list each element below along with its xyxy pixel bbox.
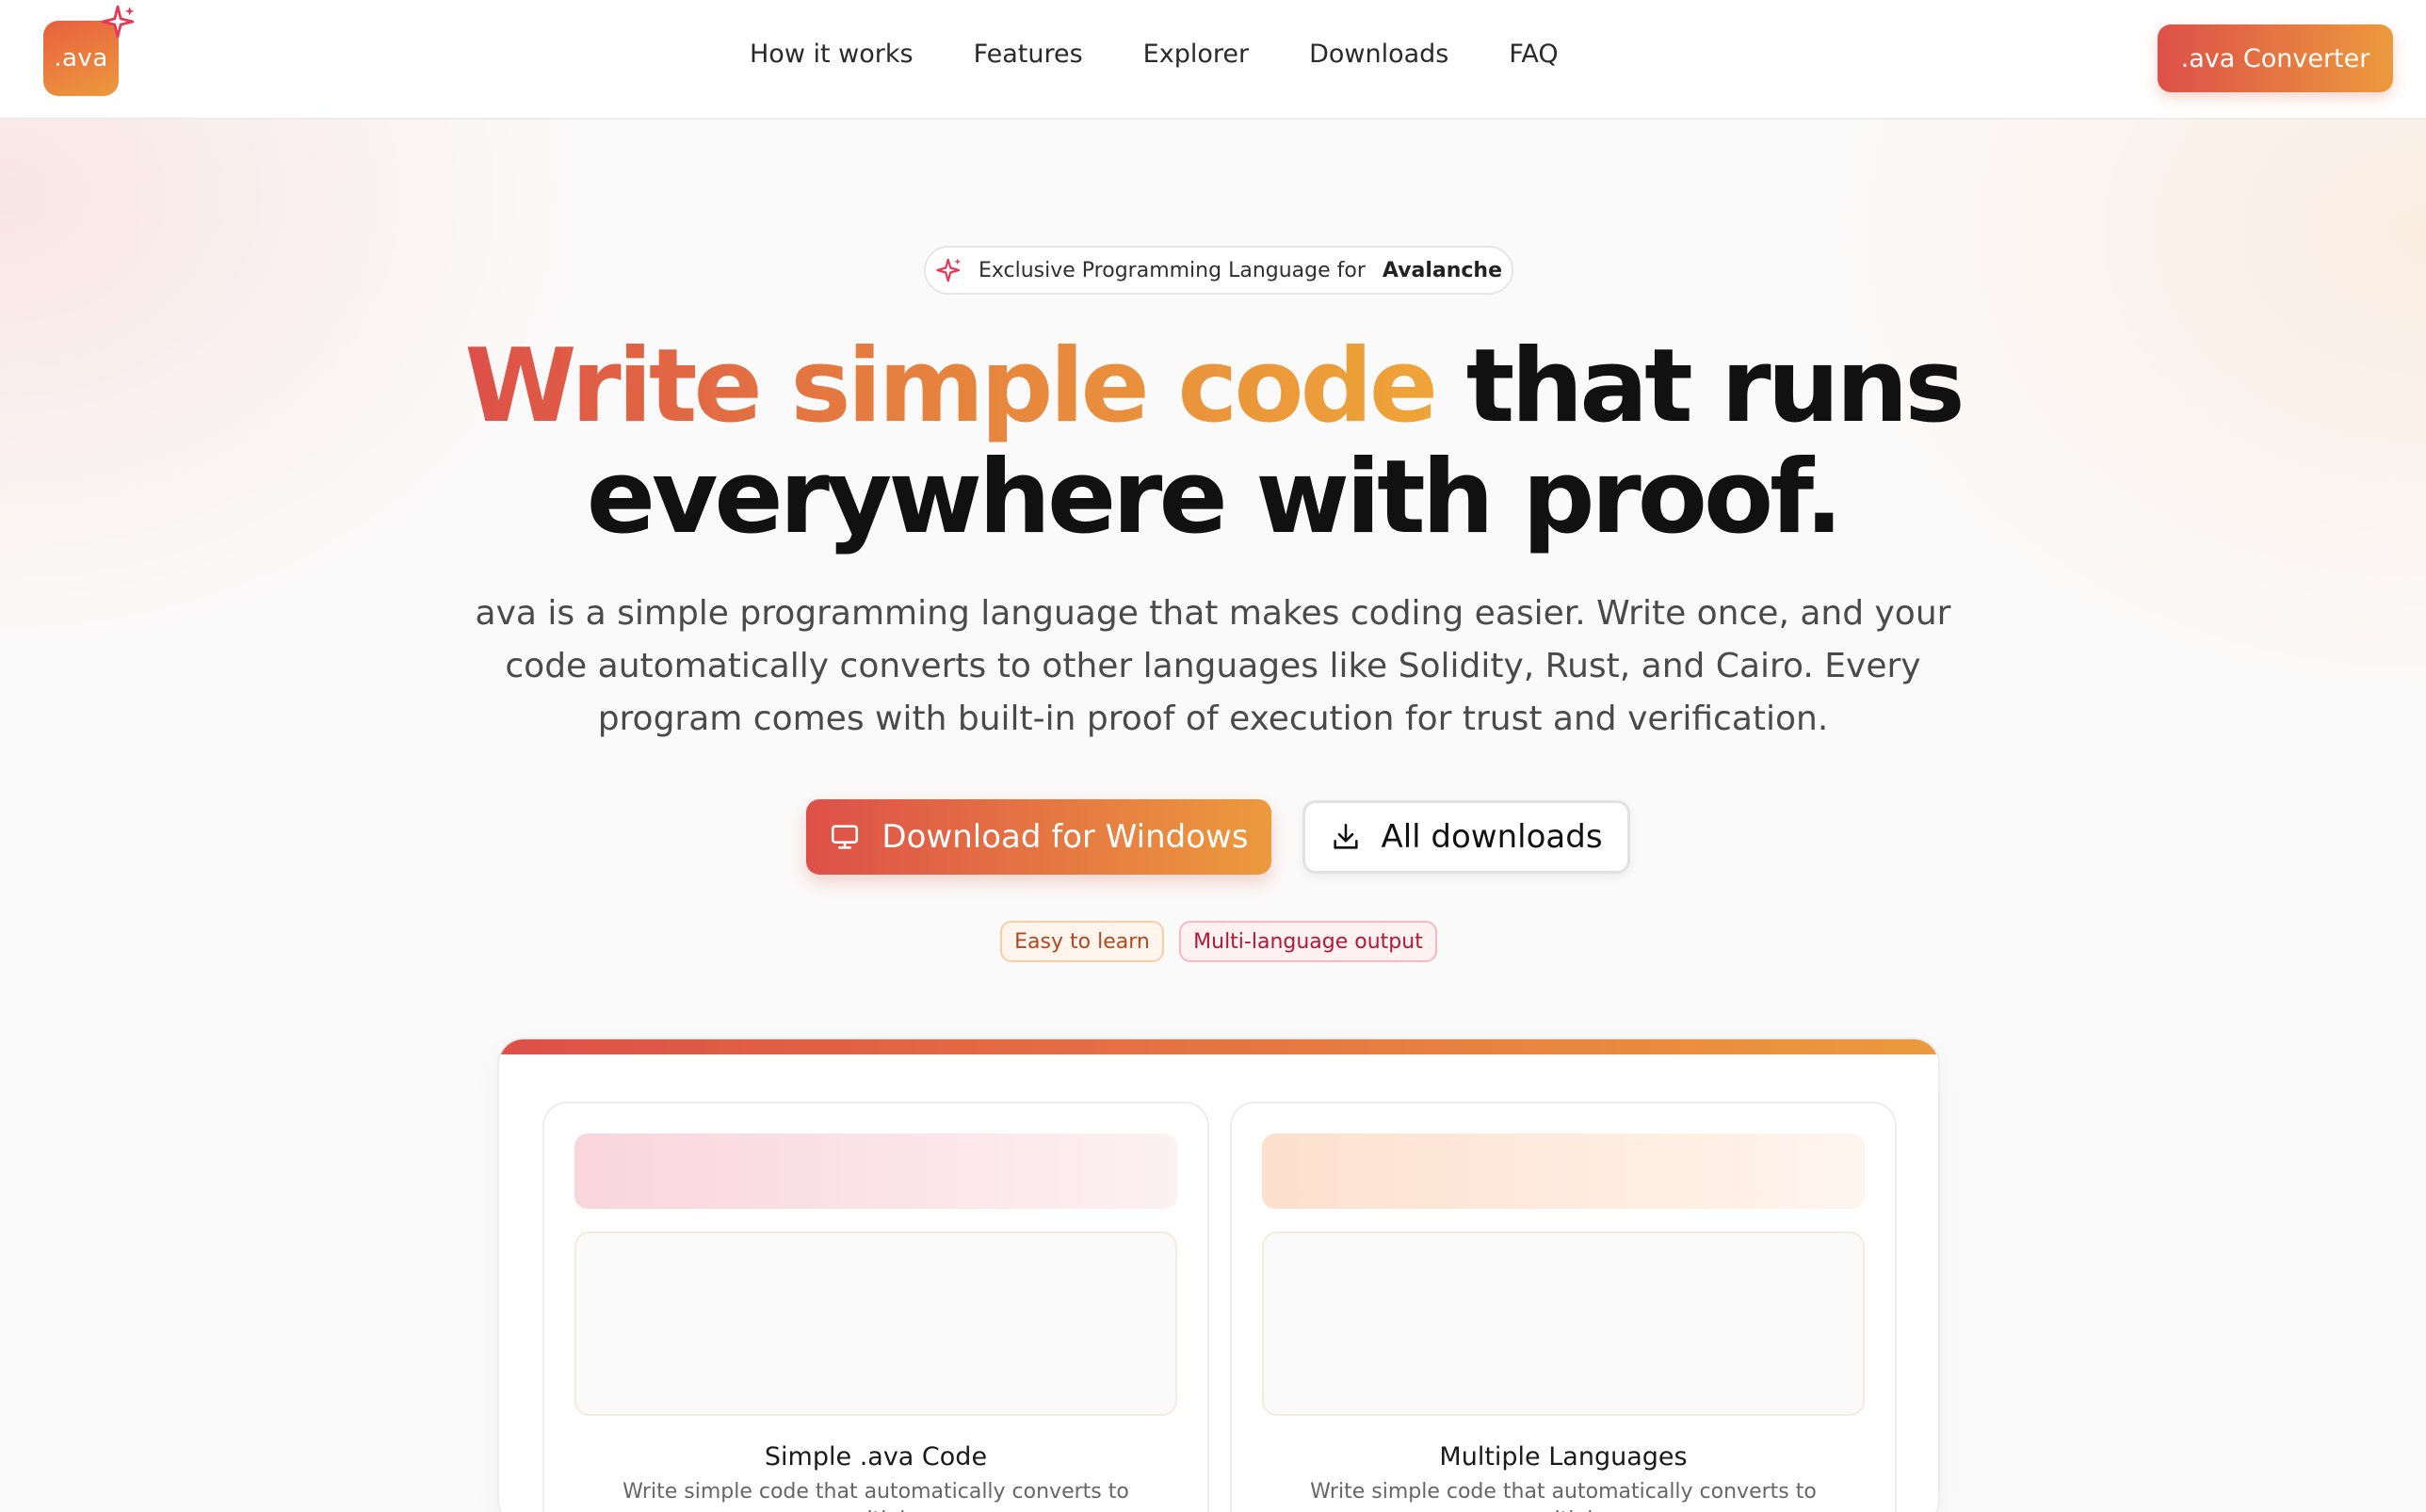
hero-headline: Write simple code that runs everywhere w… <box>271 331 2155 554</box>
tag-multi-language-output: Multi-language output <box>1179 921 1437 962</box>
sparkle-icon <box>101 5 135 39</box>
sparkle-icon <box>936 258 962 282</box>
nav-downloads[interactable]: Downloads <box>1309 40 1448 69</box>
nav-faq[interactable]: FAQ <box>1509 40 1558 69</box>
panel-header-placeholder <box>574 1134 1177 1209</box>
panel-body-placeholder <box>1262 1231 1865 1416</box>
panel-body-placeholder <box>574 1231 1177 1416</box>
feature-description: Write simple code that automatically con… <box>623 1480 1129 1512</box>
nav-explorer[interactable]: Explorer <box>1143 40 1249 69</box>
feature-title: Simple .ava Code <box>764 1442 988 1472</box>
feature-panel: Multiple Languages Write simple code tha… <box>1230 1102 1897 1512</box>
feature-description: Write simple code that automatically con… <box>1310 1480 1817 1512</box>
card-accent-bar <box>499 1039 1938 1054</box>
feature-title: Multiple Languages <box>1439 1442 1688 1472</box>
all-downloads-label: All downloads <box>1381 818 1603 856</box>
headline-line1-rest: that runs <box>1465 328 1965 445</box>
nav-how-it-works[interactable]: How it works <box>750 40 914 69</box>
features-card: Simple .ava Code Write simple code that … <box>497 1037 1940 1512</box>
download-windows-button[interactable]: Download for Windows <box>806 799 1271 875</box>
panel-header-placeholder <box>1262 1134 1865 1209</box>
badge-highlight: Avalanche <box>1382 258 1502 282</box>
nav-features[interactable]: Features <box>974 40 1083 69</box>
headline-line2: everywhere with proof. <box>586 439 1844 556</box>
download-windows-label: Download for Windows <box>881 818 1249 856</box>
converter-button[interactable]: .ava Converter <box>2158 24 2393 92</box>
feature-panel: Simple .ava Code Write simple code that … <box>542 1102 1209 1512</box>
all-downloads-button[interactable]: All downloads <box>1302 800 1630 874</box>
logo-text: .ava <box>54 44 108 72</box>
tag-easy-to-learn: Easy to learn <box>1000 921 1164 962</box>
monitor-icon <box>832 825 859 849</box>
headline-gradient-text: Write simple code <box>464 328 1438 445</box>
top-navbar: .ava How it works Features Explorer Down… <box>0 0 2426 120</box>
badge-text: Exclusive Programming Language for <box>978 258 1366 282</box>
main-nav: How it works Features Explorer Downloads… <box>750 40 1619 69</box>
hero-badge: Exclusive Programming Language for Avala… <box>924 246 1513 295</box>
download-icon <box>1334 823 1359 849</box>
hero-subtitle: ava is a simple programming language tha… <box>475 594 1951 738</box>
